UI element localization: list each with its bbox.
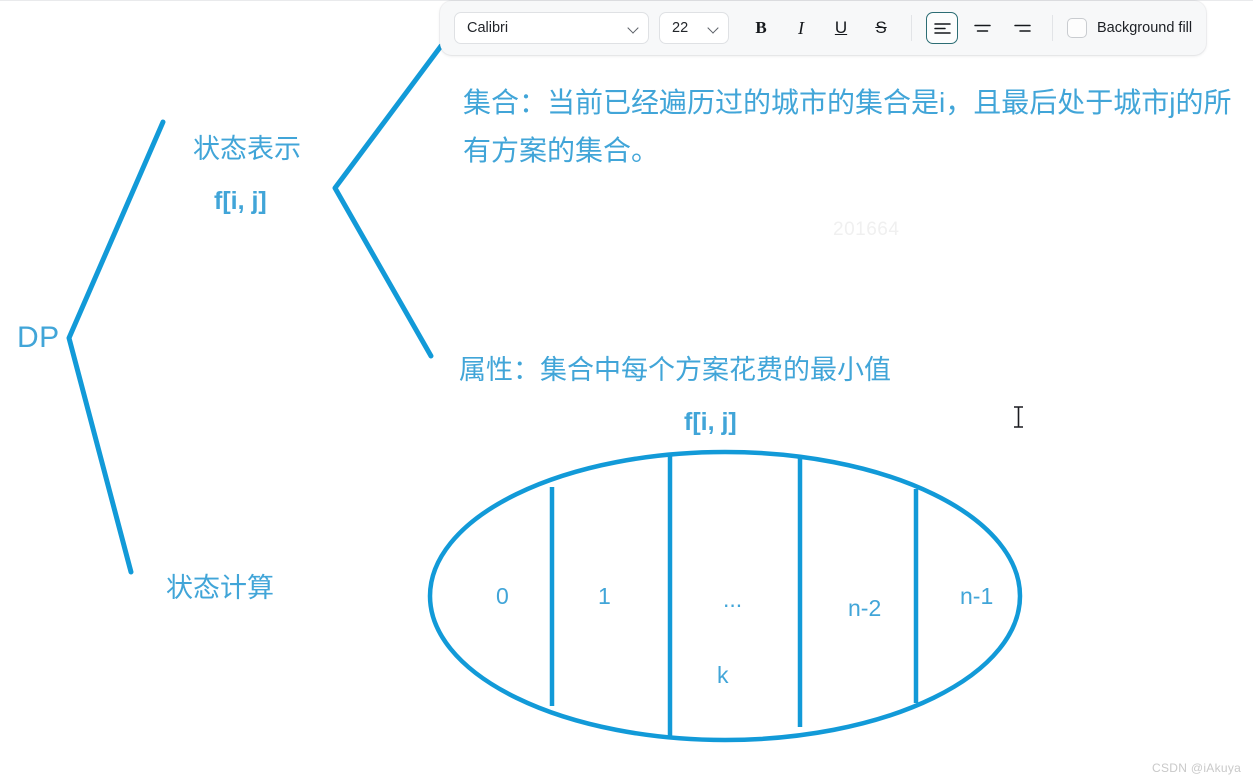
align-right-icon [1013, 24, 1031, 32]
toolbar-divider [1052, 15, 1053, 41]
font-size-value: 22 [672, 20, 689, 36]
underline-button[interactable]: U [825, 12, 857, 44]
align-center-icon [973, 24, 991, 32]
partition-cell-label-n-minus-2[interactable]: n-2 [848, 595, 881, 622]
node-formula-state-representation[interactable]: f[i, j] [214, 185, 267, 219]
text-block-attribute-formula[interactable]: f[i, j] [684, 406, 737, 440]
right-bracket-icon [332, 43, 444, 359]
text-block-attribute-description[interactable]: 属性：集合中每个方案花费的最小值 [459, 352, 891, 388]
text-ibeam-cursor [1014, 406, 1023, 428]
partition-cell-label-1[interactable]: 1 [598, 583, 611, 610]
center-watermark: 201664 [833, 219, 900, 240]
bold-button[interactable]: B [745, 12, 777, 44]
partition-cell-label-0[interactable]: 0 [496, 583, 509, 610]
align-left-button[interactable] [926, 12, 958, 44]
background-fill-toggle[interactable]: Background fill [1067, 18, 1192, 38]
whiteboard-canvas[interactable]: DP 状态表示 f[i, j] 状态计算 集合：当前已经遍历过的城市的集合是i，… [0, 0, 1253, 784]
left-bracket-icon [66, 119, 166, 575]
align-center-button[interactable] [966, 12, 998, 44]
italic-button[interactable]: I [785, 12, 817, 44]
chevron-down-icon [709, 23, 719, 33]
align-left-icon [933, 22, 951, 34]
font-family-select[interactable]: Calibri [454, 12, 649, 44]
align-right-button[interactable] [1006, 12, 1038, 44]
font-family-value: Calibri [467, 20, 509, 36]
chevron-down-icon [629, 23, 639, 33]
text-block-set-description[interactable]: 集合：当前已经遍历过的城市的集合是i，且最后处于城市j的所有方案的集合。 [463, 79, 1253, 175]
partition-cell-label-ellipsis[interactable]: ... [723, 586, 742, 613]
strikethrough-button[interactable]: S [865, 12, 897, 44]
font-size-select[interactable]: 22 [659, 12, 729, 44]
toolbar-divider [911, 15, 912, 41]
background-fill-checkbox[interactable] [1067, 18, 1087, 38]
csdn-watermark: CSDN @iAkuya [1152, 761, 1242, 775]
node-label-state-representation[interactable]: 状态表示 [193, 131, 301, 167]
partition-cell-label-k[interactable]: k [717, 662, 729, 689]
formatting-toolbar: Calibri 22 B I U S Background fill [440, 1, 1207, 55]
partition-cell-label-n-minus-1[interactable]: n-1 [960, 583, 993, 610]
node-label-state-calculation[interactable]: 状态计算 [166, 570, 274, 606]
background-fill-label: Background fill [1097, 20, 1193, 36]
node-label-dp[interactable]: DP [17, 318, 60, 359]
